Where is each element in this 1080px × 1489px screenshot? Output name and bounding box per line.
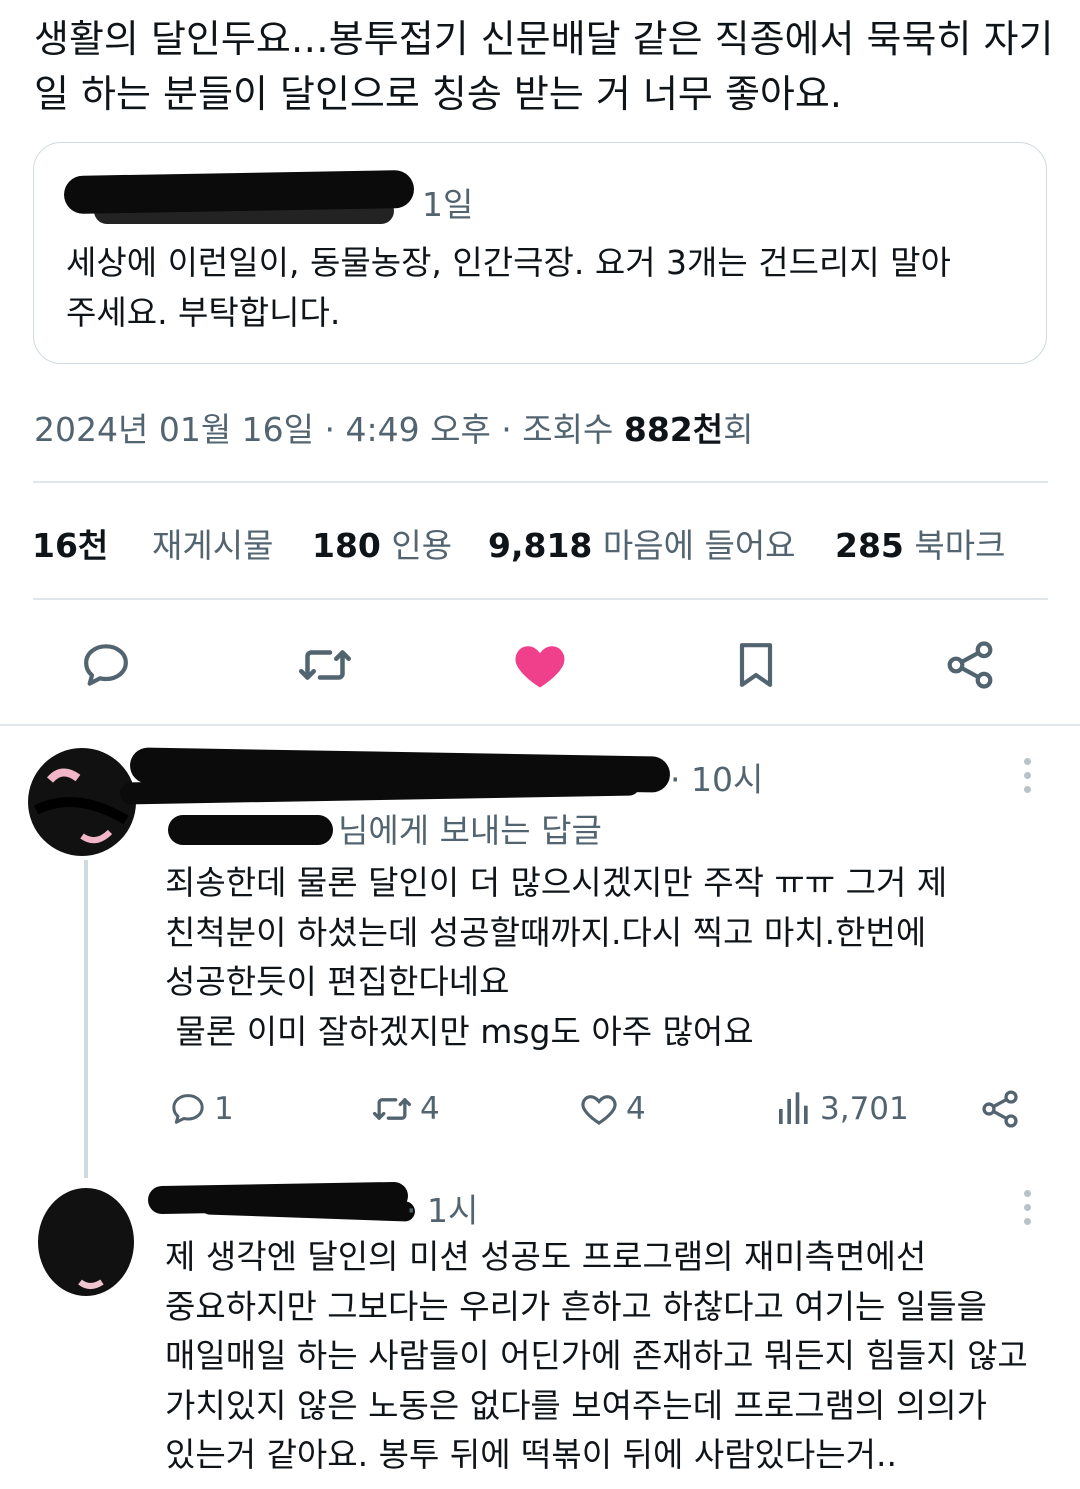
view-count[interactable]: 882천 (624, 410, 723, 449)
tweet-text: 생활의 달인두요…봉투접기 신문배달 같은 직종에서 묵묵히 자기 일 하는 분… (34, 17, 1054, 116)
like-label: 마음에 들어요 (602, 526, 796, 565)
heart-filled-icon (515, 646, 565, 688)
retweet-count: 16천 (32, 526, 109, 565)
reply-line: 있는거 같아요. 봉투 뒤에 떡볶이 뒤에 사람있다는거.. (165, 1435, 897, 1474)
divider (33, 598, 1048, 600)
reply-text: 제 생각엔 달인의 미션 성공도 프로그램의 재미측면에선 중요하지만 그보다는… (165, 1232, 1065, 1480)
reply-button[interactable] (66, 625, 146, 705)
reply-to-label: 님에게 보내는 답글 (338, 811, 602, 850)
tweet-date: 2024년 01월 16일 · 4:49 오후 · 조회수 (34, 410, 624, 449)
reply-time: · 10시 (670, 760, 764, 799)
retweet-icon (372, 1098, 412, 1120)
retweet-label[interactable]: 재게시물 (152, 519, 273, 567)
reply-share-button[interactable] (978, 1087, 1022, 1131)
reply-line: 가치있지 않은 노동은 없다를 보여주는데 프로그램의 의의가 (165, 1385, 987, 1425)
thread-line (84, 860, 88, 1178)
reply-line: 제 생각엔 달인의 미션 성공도 프로그램의 재미측면에선 (165, 1237, 927, 1276)
quoted-tweet-card[interactable]: 1일 세상에 이런일이, 동물농장, 인간극장. 요거 3개는 건드리지 말아주… (33, 142, 1047, 364)
heart-icon (581, 1095, 617, 1125)
reply-line: 중요하지만 그보다는 우리가 흔하고 하찮다고 여기는 일들을 (165, 1286, 987, 1326)
analytics-icon (779, 1092, 808, 1124)
view-suffix: 회 (723, 410, 754, 449)
bookmark-icon (739, 643, 773, 687)
reply-line: 친척분이 하셨는데 성공할때까지.다시 찍고 마치.한번에 (165, 912, 927, 952)
reply-reply-button[interactable]: 1 (168, 1087, 234, 1131)
reply-line: 물론 이미 잘하겠지만 msg도 아주 많어요 (165, 1011, 754, 1051)
reply-avatar[interactable] (34, 1186, 138, 1302)
section-divider (0, 724, 1080, 726)
bookmark-stat[interactable]: 285 북마크 (835, 519, 1005, 567)
reply-line: 죄송한데 물론 달인이 더 많으시겠지만 주작 ㅠㅠ 그거 제 (165, 863, 948, 902)
bookmark-label: 북마크 (914, 526, 1006, 565)
reply-line: 성공한듯이 편집한다네요 (165, 962, 510, 1001)
retweet-button[interactable] (285, 625, 365, 705)
like-stat[interactable]: 9,818 마음에 들어요 (488, 519, 796, 567)
tweet-meta: 2024년 01월 16일 · 4:49 오후 · 조회수 882천회 (34, 403, 753, 451)
reply-views-button[interactable]: 3,701 (774, 1087, 909, 1131)
more-options-button[interactable] (1024, 1190, 1032, 1225)
reply-count: 1 (214, 1091, 234, 1127)
reply-text: 죄송한데 물론 달인이 더 많으시겠지만 주작 ㅠㅠ 그거 제 친척분이 하셨는… (165, 858, 1045, 1056)
retweet-icon (299, 650, 351, 680)
share-icon (982, 1090, 1018, 1128)
quote-label: 인용 (391, 526, 453, 565)
bookmark-button[interactable] (716, 625, 796, 705)
redacted-handle (168, 815, 333, 845)
reply-line: 매일매일 하는 사람들이 어딘가에 존재하고 뭐든지 힘들지 않고 (165, 1336, 1028, 1375)
share-icon (947, 641, 993, 689)
reply-like-button[interactable]: 4 (578, 1087, 646, 1131)
quote-stat[interactable]: 180 인용 (312, 519, 452, 567)
like-count: 9,818 (488, 526, 593, 565)
quoted-time: 1일 (422, 185, 474, 224)
reply-icon (172, 1094, 204, 1124)
views-count: 3,701 (820, 1091, 909, 1127)
quote-count: 180 (312, 526, 381, 565)
retweet-stat[interactable]: 16천 (32, 519, 108, 567)
retweet-count: 4 (420, 1091, 440, 1127)
divider (33, 481, 1048, 483)
tweet-action-bar (0, 625, 1080, 705)
share-button[interactable] (930, 625, 1010, 705)
reply-time: · 1시 (406, 1191, 479, 1230)
more-options-button[interactable] (1024, 758, 1032, 793)
like-count: 4 (626, 1091, 646, 1127)
quoted-text: 세상에 이런일이, 동물농장, 인간극장. 요거 3개는 건드리지 말아주세요.… (66, 243, 951, 332)
like-button[interactable] (500, 625, 580, 705)
reply-retweet-button[interactable]: 4 (370, 1087, 440, 1131)
reply-icon (84, 644, 128, 686)
bookmark-count: 285 (835, 526, 904, 565)
